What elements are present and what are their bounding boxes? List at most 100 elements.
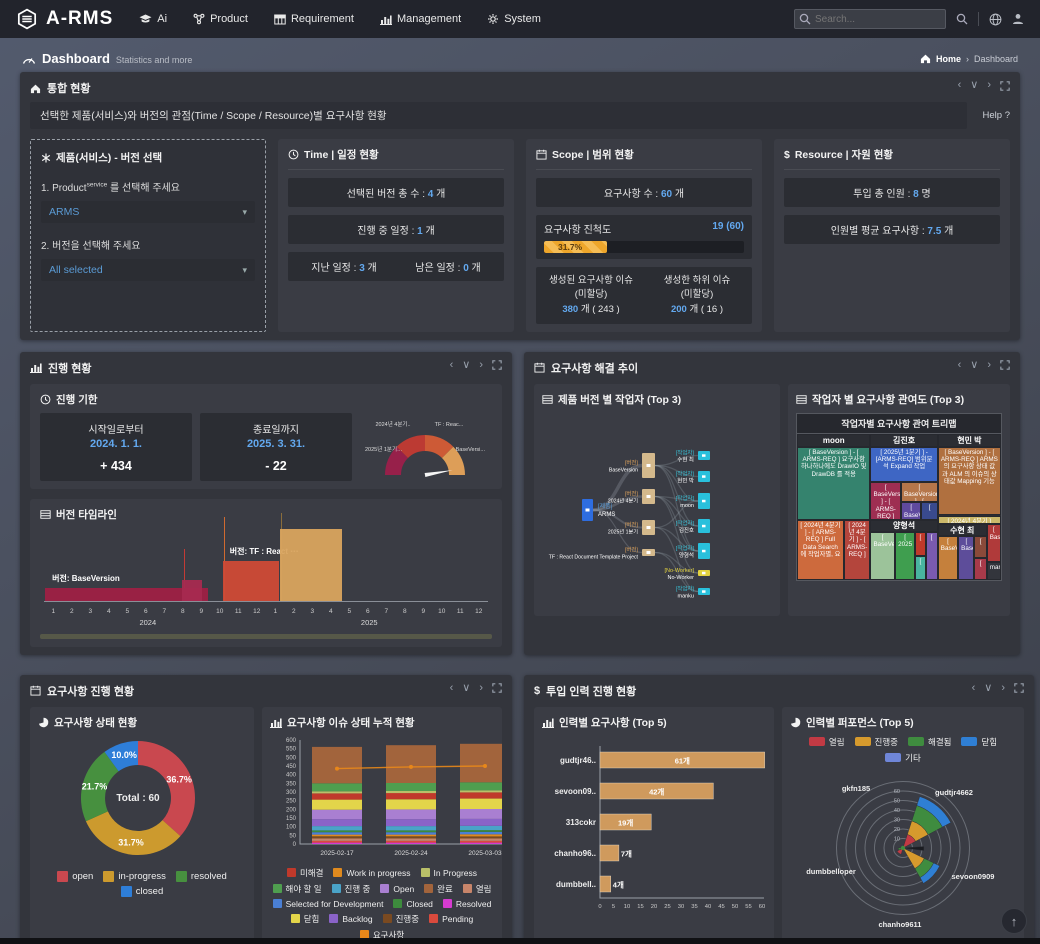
dollar-icon: $ xyxy=(534,685,540,697)
chevron-down-icon[interactable]: ∨ xyxy=(970,360,978,371)
chevron-down-icon: ▾ xyxy=(242,207,247,218)
globe-icon[interactable] xyxy=(989,13,1002,26)
timeline-scrollbar[interactable] xyxy=(40,634,492,639)
deadline-box: 진행 기한 시작일로부터 2024. 1. 1. + 434 종료일까지 202… xyxy=(30,384,502,489)
legend-item: 해야 할 일 xyxy=(273,883,322,895)
stacked-box: 요구사항 이슈 상태 누적 현황 05010015020025030035040… xyxy=(262,707,502,944)
svg-text:42개: 42개 xyxy=(649,786,664,796)
search-button-icon[interactable] xyxy=(956,13,968,25)
resource-panel: $ Resource | 자원 현황 투입 총 인원 : 8 명 인원별 평균 … xyxy=(774,139,1010,332)
legend-item: 완료 xyxy=(424,883,453,895)
nav-item-ai[interactable]: Ai xyxy=(139,13,167,25)
svg-text:Total : 60: Total : 60 xyxy=(116,793,160,804)
svg-text:31.7%: 31.7% xyxy=(118,837,144,847)
expand-icon[interactable] xyxy=(492,683,502,693)
expand-icon[interactable] xyxy=(1000,81,1010,91)
treemap-cell: [ BaseVer xyxy=(938,536,958,580)
chevron-down-icon[interactable]: ∨ xyxy=(462,683,470,694)
chevron-down-icon[interactable]: ∨ xyxy=(462,360,470,371)
svg-text:2024년 4분기..: 2024년 4분기.. xyxy=(375,420,411,428)
treemap-cell: [ xyxy=(926,532,938,580)
search-input[interactable] xyxy=(794,9,946,29)
legend-item: 진행 중 xyxy=(332,883,371,895)
panel-title: 요구사항 해결 추이 xyxy=(551,360,638,376)
chevron-left-icon[interactable]: ‹ xyxy=(450,360,454,371)
chevron-right-icon[interactable]: › xyxy=(479,360,483,371)
treemap-cell: [ BaseVersion ] - [ ARMS-REQ ] Email 외 xyxy=(870,482,901,520)
panel-controls: ‹ ∨ › xyxy=(958,360,1010,371)
search-box xyxy=(794,9,946,30)
stat-total-people: 투입 총 인원 : 8 명 xyxy=(784,178,1000,207)
stat-avg-requirements: 인원별 평균 요구사항 : 7.5 개 xyxy=(784,215,1000,244)
panel-people: $ 투입 인력 진행 현황 ‹∨› 인력별 요구사항 (Top 5) gudtj… xyxy=(524,675,1034,944)
chart-icon xyxy=(30,362,42,373)
requirement-progress: 요구사항 진척도 19 (60) 31.7% xyxy=(536,215,752,259)
svg-text:30: 30 xyxy=(894,817,900,823)
svg-text:sevoon0909: sevoon0909 xyxy=(952,872,995,881)
time-title: Time | 일정 현황 xyxy=(304,147,379,162)
panel-controls: ‹ ∨ › xyxy=(958,80,1010,91)
svg-text:21.7%: 21.7% xyxy=(82,781,108,791)
svg-text:gkfn185: gkfn185 xyxy=(842,784,870,793)
legend-item: In Progress xyxy=(421,867,477,879)
scope-panel: Scope | 범위 현황 요구사항 수 : 60 개 요구사항 진척도 19 … xyxy=(526,139,762,332)
treemap-chart: moon김진호현민 박양형석수현 최[ BaseVersion ] - [ AR… xyxy=(796,433,1002,581)
legend-item: Selected for Development xyxy=(273,899,384,909)
nav-item-system[interactable]: System xyxy=(487,13,541,25)
version-timeline-chart: 12345678910111212345678910111220242025버전… xyxy=(40,526,492,626)
svg-text:dumbbell..: dumbbell.. xyxy=(556,880,596,889)
svg-text:양형석: 양형석 xyxy=(679,551,694,559)
breadcrumb-home[interactable]: Home xyxy=(936,54,961,64)
help-link[interactable]: Help ? xyxy=(983,110,1010,121)
product-select-value: ARMS xyxy=(49,206,79,218)
svg-text:0: 0 xyxy=(598,904,601,910)
version-select[interactable]: All selected ▾ xyxy=(41,259,255,281)
chevron-down-icon[interactable]: ∨ xyxy=(984,683,992,694)
chevron-left-icon[interactable]: ‹ xyxy=(958,80,962,91)
nav-item-requirement[interactable]: Requirement xyxy=(274,13,354,25)
created-issues: 생성된 요구사항 이슈 (미할당) 380 개 ( 243 ) xyxy=(538,274,644,317)
pie-icon xyxy=(38,717,49,728)
to-end-card: 종료일까지 2025. 3. 31. - 22 xyxy=(200,413,352,481)
chevron-right-icon[interactable]: › xyxy=(987,360,991,371)
svg-text:2024년 4분기: 2024년 4분기 xyxy=(608,496,638,504)
svg-text:35: 35 xyxy=(691,904,697,910)
legend-item: 열림 xyxy=(809,736,845,748)
chevron-left-icon[interactable]: ‹ xyxy=(972,683,976,694)
svg-text:30: 30 xyxy=(678,904,684,910)
user-icon[interactable] xyxy=(1012,13,1024,25)
cap-icon xyxy=(139,13,152,25)
treemap-cell: [ BaseVer xyxy=(870,532,894,580)
app-logo[interactable]: A-RMS xyxy=(16,8,113,30)
svg-text:수현 최: 수현 최 xyxy=(677,455,694,463)
legend-item: 진행중 xyxy=(855,736,898,748)
svg-text:500: 500 xyxy=(286,755,297,761)
chevron-down-icon[interactable]: ∨ xyxy=(970,80,978,91)
expand-icon[interactable] xyxy=(1014,683,1024,693)
treemap-cell: [ BaseVersion ] - [ xyxy=(901,482,938,502)
chevron-left-icon[interactable]: ‹ xyxy=(450,683,454,694)
scroll-top-button[interactable]: ↑ xyxy=(1001,908,1027,934)
chevron-left-icon[interactable]: ‹ xyxy=(958,360,962,371)
treemap-cell: [ xyxy=(974,536,986,558)
svg-text:100: 100 xyxy=(286,824,297,830)
nav-item-management[interactable]: Management xyxy=(380,13,461,25)
expand-icon[interactable] xyxy=(1000,360,1010,370)
calendar-icon xyxy=(536,149,547,160)
gear-icon xyxy=(487,13,499,25)
asterisk-icon xyxy=(41,153,51,163)
nav-item-product[interactable]: Product xyxy=(193,13,248,25)
time-panel: Time | 일정 현황 선택된 버전 총 수 : 4 개 진행 중 일정 : … xyxy=(278,139,514,332)
chevron-right-icon[interactable]: › xyxy=(479,683,483,694)
svg-text:[작업자]: [작업자] xyxy=(676,469,695,477)
selector-title: 제품(서비스) - 버전 선택 xyxy=(56,150,162,165)
expand-icon[interactable] xyxy=(492,360,502,370)
stat-selected-versions: 선택된 버전 총 수 : 4 개 xyxy=(288,178,504,207)
chevron-right-icon[interactable]: › xyxy=(987,80,991,91)
donut-box: 요구사항 상태 현황 36.7%31.7%21.7%10.0%Total : 6… xyxy=(30,707,254,944)
stat-requirement-count: 요구사항 수 : 60 개 xyxy=(536,178,752,207)
target-icon xyxy=(40,394,51,405)
chevron-right-icon[interactable]: › xyxy=(1001,683,1005,694)
progress-fill: 31.7% xyxy=(544,241,607,253)
product-select[interactable]: ARMS ▾ xyxy=(41,201,255,223)
